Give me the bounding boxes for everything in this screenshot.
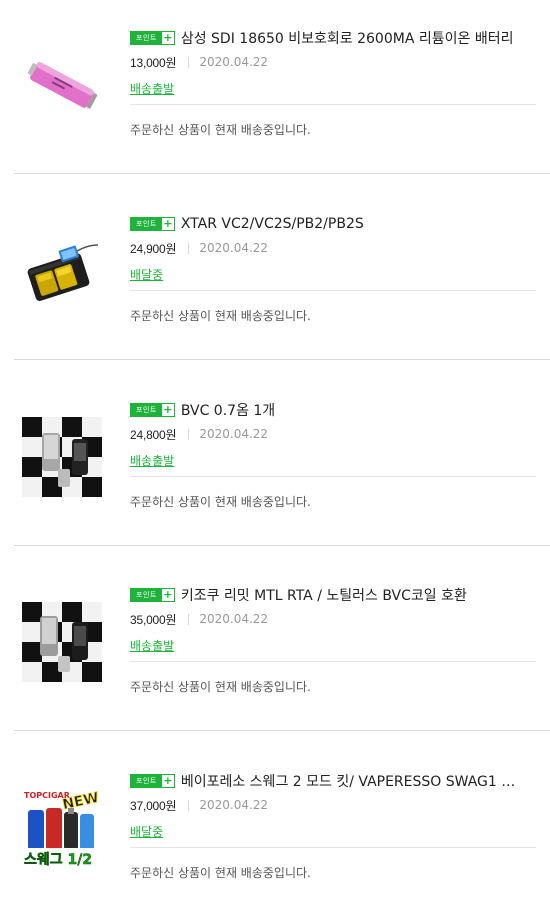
product-image-battery[interactable] bbox=[22, 45, 102, 125]
meta-row: 13,000원 2020.04.22 bbox=[130, 54, 550, 70]
meta-row: 37,000원 2020.04.22 bbox=[130, 797, 550, 813]
product-image-charger[interactable] bbox=[22, 231, 102, 311]
order-info: 포인트 + 키조쿠 리밋 MTL RTA / 노틸러스 BVC코일 호환 35,… bbox=[130, 585, 550, 695]
plus-icon: + bbox=[161, 588, 174, 601]
delivery-message: 주문하신 상품이 현재 배송중입니다. bbox=[130, 680, 311, 694]
inner-divider bbox=[130, 847, 536, 848]
point-label: 포인트 bbox=[131, 404, 162, 416]
inner-divider bbox=[130, 661, 536, 662]
delivery-status-link[interactable]: 배송출발 bbox=[130, 80, 174, 97]
delivery-message: 주문하신 상품이 현재 배송중입니다. bbox=[130, 495, 311, 509]
order-date: 2020.04.22 bbox=[199, 55, 269, 69]
delivery-message: 주문하신 상품이 현재 배송중입니다. bbox=[130, 123, 311, 137]
point-label: 포인트 bbox=[131, 32, 162, 44]
inner-divider bbox=[130, 290, 536, 291]
inner-divider bbox=[130, 476, 536, 477]
order-info: 포인트 + XTAR VC2/VC2S/PB2/PB2S 24,900원 202… bbox=[130, 214, 550, 324]
order-info: 포인트 + BVC 0.7옴 1개 24,800원 2020.04.22 배송출… bbox=[130, 400, 550, 510]
pink-battery-image bbox=[22, 45, 102, 125]
plus-icon: + bbox=[161, 403, 174, 416]
price: 13,000원 bbox=[130, 55, 177, 70]
point-label: 포인트 bbox=[131, 589, 162, 601]
order-date: 2020.04.22 bbox=[199, 427, 269, 441]
order-item: TOPCIGAR NEW 스웨그 1/2 포인트 + 베이포레소 스웨그 2 모 bbox=[14, 731, 550, 917]
rta-image bbox=[22, 602, 102, 682]
order-item: 포인트 + XTAR VC2/VC2S/PB2/PB2S 24,900원 202… bbox=[14, 174, 550, 360]
point-label: 포인트 bbox=[131, 775, 162, 787]
order-date: 2020.04.22 bbox=[199, 241, 269, 255]
title-row: 포인트 + 베이포레소 스웨그 2 모드 킷/ VAPERESSO SWAG1 … bbox=[130, 771, 550, 791]
swag-kit-image: TOPCIGAR NEW 스웨그 1/2 bbox=[22, 788, 102, 868]
order-list: 포인트 + 삼성 SDI 18650 비보호회로 2600MA 리튬이온 배터리… bbox=[0, 0, 550, 897]
point-badge[interactable]: 포인트 + bbox=[130, 403, 175, 417]
plus-icon: + bbox=[161, 217, 174, 230]
meta-separator bbox=[188, 242, 190, 254]
meta-row: 24,900원 2020.04.22 bbox=[130, 240, 550, 256]
delivery-status-link[interactable]: 배달중 bbox=[130, 823, 163, 840]
title-row: 포인트 + BVC 0.7옴 1개 bbox=[130, 400, 550, 420]
order-date: 2020.04.22 bbox=[199, 798, 269, 812]
price: 24,900원 bbox=[130, 241, 177, 256]
battery-charger-image bbox=[22, 231, 102, 311]
plus-icon: + bbox=[161, 774, 174, 787]
product-title[interactable]: 삼성 SDI 18650 비보호회로 2600MA 리튬이온 배터리 bbox=[181, 28, 514, 48]
delivery-status-link[interactable]: 배달중 bbox=[130, 266, 163, 283]
delivery-status-link[interactable]: 배송출발 bbox=[130, 637, 174, 654]
product-title[interactable]: XTAR VC2/VC2S/PB2/PB2S bbox=[181, 216, 364, 232]
product-image-rta[interactable] bbox=[22, 602, 102, 682]
order-info: 포인트 + 삼성 SDI 18650 비보호회로 2600MA 리튬이온 배터리… bbox=[130, 28, 550, 138]
delivery-message: 주문하신 상품이 현재 배송중입니다. bbox=[130, 309, 311, 323]
product-image-bvc[interactable] bbox=[22, 417, 102, 497]
meta-row: 35,000원 2020.04.22 bbox=[130, 611, 550, 627]
plus-icon: + bbox=[161, 31, 174, 44]
product-title[interactable]: BVC 0.7옴 1개 bbox=[181, 400, 275, 420]
order-item: 포인트 + 키조쿠 리밋 MTL RTA / 노틸러스 BVC코일 호환 35,… bbox=[14, 545, 550, 731]
product-image-swag[interactable]: TOPCIGAR NEW 스웨그 1/2 bbox=[22, 788, 102, 868]
title-row: 포인트 + XTAR VC2/VC2S/PB2/PB2S bbox=[130, 214, 550, 234]
delivery-status-link[interactable]: 배송출발 bbox=[130, 452, 174, 469]
meta-separator bbox=[188, 799, 190, 811]
atomizer-image bbox=[22, 417, 102, 497]
point-badge[interactable]: 포인트 + bbox=[130, 217, 175, 231]
point-badge[interactable]: 포인트 + bbox=[130, 31, 175, 45]
price: 35,000원 bbox=[130, 612, 177, 627]
meta-row: 24,800원 2020.04.22 bbox=[130, 426, 550, 442]
title-row: 포인트 + 삼성 SDI 18650 비보호회로 2600MA 리튬이온 배터리 bbox=[130, 28, 550, 48]
price: 37,000원 bbox=[130, 798, 177, 813]
order-item: 포인트 + 삼성 SDI 18650 비보호회로 2600MA 리튬이온 배터리… bbox=[14, 0, 550, 174]
product-title[interactable]: 베이포레소 스웨그 2 모드 킷/ VAPERESSO SWAG1 … bbox=[181, 771, 515, 791]
meta-separator bbox=[188, 613, 190, 625]
delivery-message: 주문하신 상품이 현재 배송중입니다. bbox=[130, 866, 311, 880]
point-badge[interactable]: 포인트 + bbox=[130, 774, 175, 788]
price: 24,800원 bbox=[130, 427, 177, 442]
point-label: 포인트 bbox=[131, 218, 162, 230]
title-row: 포인트 + 키조쿠 리밋 MTL RTA / 노틸러스 BVC코일 호환 bbox=[130, 585, 550, 605]
meta-separator bbox=[188, 56, 190, 68]
order-info: 포인트 + 베이포레소 스웨그 2 모드 킷/ VAPERESSO SWAG1 … bbox=[130, 771, 550, 881]
point-badge[interactable]: 포인트 + bbox=[130, 588, 175, 602]
image-caption-text: 스웨그 1/2 bbox=[24, 852, 92, 868]
product-title[interactable]: 키조쿠 리밋 MTL RTA / 노틸러스 BVC코일 호환 bbox=[181, 585, 467, 605]
order-item: 포인트 + BVC 0.7옴 1개 24,800원 2020.04.22 배송출… bbox=[14, 360, 550, 546]
inner-divider bbox=[130, 104, 536, 105]
order-date: 2020.04.22 bbox=[199, 612, 269, 626]
meta-separator bbox=[188, 428, 190, 440]
